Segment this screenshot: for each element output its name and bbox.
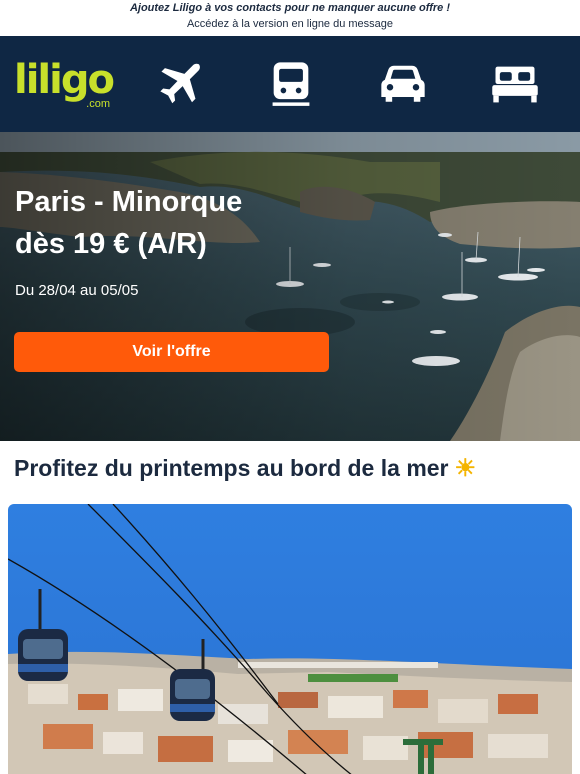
section-title-text: Profitez du printemps au bord de la mer bbox=[14, 455, 449, 481]
hero-headline: Paris - Minorque dès 19 € (A/R) bbox=[15, 182, 242, 264]
logo-domain: .com bbox=[86, 98, 110, 110]
online-version-link[interactable]: version en ligne du message bbox=[253, 18, 393, 30]
train-icon bbox=[272, 62, 310, 106]
hero-dates: Du 28/04 au 05/05 bbox=[15, 282, 139, 299]
airplane-icon bbox=[160, 63, 200, 104]
liligo-logo[interactable]: liligo .com bbox=[14, 57, 115, 112]
section-title: Profitez du printemps au bord de la mer ☀ bbox=[14, 454, 476, 483]
nav-cars[interactable] bbox=[374, 58, 432, 110]
car-icon bbox=[381, 65, 425, 102]
preheader-prefix: Accédez à la bbox=[186, 18, 253, 30]
top-navbar: liligo .com bbox=[0, 36, 580, 132]
nav-hotels[interactable] bbox=[486, 58, 544, 110]
nav-flights[interactable] bbox=[150, 58, 208, 110]
preheader-online-version: Accédez à la version en ligne du message bbox=[0, 16, 580, 32]
hero-route-title: Paris - Minorque bbox=[15, 186, 243, 218]
hero-banner: Paris - Minorque dès 19 € (A/R) Du 28/04… bbox=[0, 132, 580, 441]
view-offer-button[interactable]: Voir l'offre bbox=[14, 332, 329, 372]
hero-price-title: dès 19 € (A/R) bbox=[15, 228, 207, 260]
sun-icon: ☀ bbox=[454, 455, 477, 482]
cable-car-illustration bbox=[8, 504, 572, 774]
nav-trains[interactable] bbox=[262, 58, 320, 110]
logo-wordmark: liligo bbox=[14, 57, 115, 103]
bed-icon bbox=[492, 66, 538, 103]
preheader-add-contact: Ajoutez Liligo à vos contacts pour ne ma… bbox=[129, 2, 451, 14]
madeira-cable-car-image[interactable] bbox=[8, 504, 572, 774]
preheader: Ajoutez Liligo à vos contacts pour ne ma… bbox=[0, 0, 580, 36]
